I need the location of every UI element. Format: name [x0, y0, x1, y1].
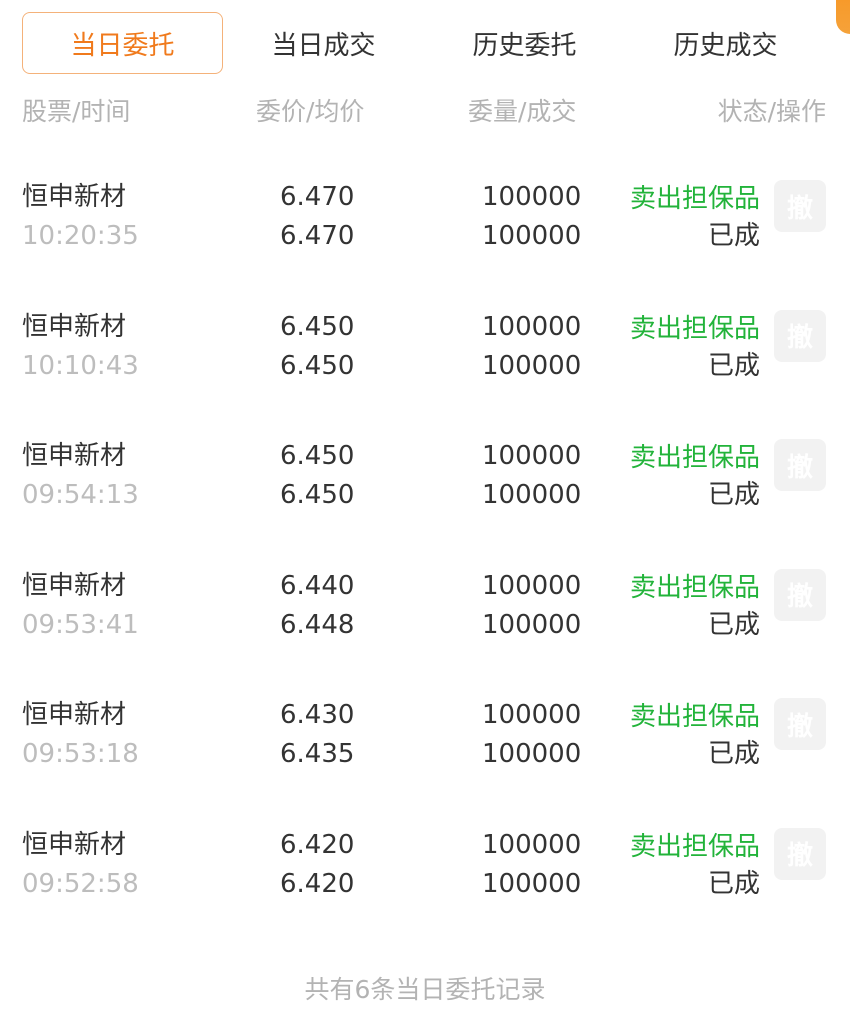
stock-name: 恒申新材 — [22, 182, 127, 212]
order-row[interactable]: 恒申新材 09:53:41 6.440 6.448 100000 100000 … — [22, 561, 826, 691]
header-stock-time: 股票/时间 — [22, 97, 131, 126]
filled-qty: 100000 — [482, 739, 582, 769]
order-price: 6.450 — [280, 311, 355, 342]
order-status: 已成 — [707, 221, 760, 251]
order-row[interactable]: 恒申新材 09:52:58 6.420 6.420 100000 100000 … — [22, 820, 826, 950]
avg-price: 6.435 — [280, 739, 355, 769]
tab-today-orders[interactable]: 当日委托 — [22, 12, 223, 74]
record-count-footer: 共有6条当日委托记录 — [304, 975, 546, 1004]
order-time: 09:54:13 — [22, 480, 139, 510]
order-row[interactable]: 恒申新材 09:53:18 6.430 6.435 100000 100000 … — [22, 690, 826, 820]
order-qty: 100000 — [482, 829, 582, 860]
order-time: 09:53:18 — [22, 739, 139, 769]
tab-history-trades[interactable]: 历史成交 — [625, 12, 826, 74]
cancel-order-button[interactable]: 撤 — [774, 309, 826, 362]
cancel-order-button[interactable]: 撤 — [774, 698, 826, 750]
tab-today-trades[interactable]: 当日成交 — [223, 12, 424, 74]
order-time: 09:53:41 — [22, 609, 139, 640]
order-status: 已成 — [707, 480, 760, 510]
order-qty: 100000 — [482, 700, 582, 730]
avg-price: 6.450 — [280, 480, 355, 510]
order-price: 6.430 — [280, 700, 355, 730]
cancel-order-button[interactable]: 撤 — [774, 180, 826, 232]
filled-qty: 100000 — [482, 868, 582, 899]
order-price: 6.470 — [280, 182, 355, 212]
order-type: 卖出担保品 — [629, 313, 760, 344]
stock-name: 恒申新材 — [22, 700, 127, 730]
order-price: 6.440 — [280, 570, 355, 601]
avg-price: 6.470 — [280, 221, 355, 251]
order-status: 已成 — [707, 739, 760, 769]
order-status: 已成 — [707, 609, 760, 640]
cancel-order-button[interactable]: 撤 — [774, 439, 826, 491]
order-tabs: 当日委托 当日成交 历史委托 历史成交 — [22, 12, 826, 74]
order-type: 卖出担保品 — [629, 831, 760, 862]
order-time: 10:20:35 — [22, 221, 139, 251]
order-price: 6.450 — [280, 441, 355, 471]
order-type: 卖出担保品 — [629, 572, 760, 603]
stock-name: 恒申新材 — [22, 311, 127, 342]
avg-price: 6.448 — [280, 609, 355, 640]
order-row[interactable]: 恒申新材 10:10:43 6.450 6.450 100000 100000 … — [22, 302, 826, 432]
cancel-order-button[interactable]: 撤 — [774, 568, 826, 621]
column-headers: 股票/时间 委价/均价 委量/成交 状态/操作 — [22, 92, 826, 132]
stock-name: 恒申新材 — [22, 829, 127, 860]
header-qty-filled: 委量/成交 — [468, 97, 577, 126]
avg-price: 6.450 — [280, 350, 355, 381]
tab-history-orders[interactable]: 历史委托 — [424, 12, 625, 74]
order-qty: 100000 — [482, 441, 582, 471]
order-status: 已成 — [707, 350, 760, 381]
order-list: 恒申新材 10:20:35 6.470 6.470 100000 100000 … — [22, 172, 826, 949]
order-type: 卖出担保品 — [629, 184, 760, 214]
cancel-order-button[interactable]: 撤 — [774, 827, 826, 880]
avg-price: 6.420 — [280, 868, 355, 899]
order-time: 09:52:58 — [22, 868, 139, 899]
corner-accent — [836, 0, 850, 34]
order-status: 已成 — [707, 868, 760, 899]
order-time: 10:10:43 — [22, 350, 139, 381]
filled-qty: 100000 — [482, 609, 582, 640]
stock-name: 恒申新材 — [22, 441, 127, 471]
header-status-op: 状态/操作 — [717, 97, 826, 126]
header-price-avg: 委价/均价 — [256, 97, 365, 126]
order-type: 卖出担保品 — [629, 702, 760, 732]
order-type: 卖出担保品 — [629, 443, 760, 473]
order-row[interactable]: 恒申新材 09:54:13 6.450 6.450 100000 100000 … — [22, 431, 826, 561]
order-qty: 100000 — [482, 182, 582, 212]
filled-qty: 100000 — [482, 480, 582, 510]
order-price: 6.420 — [280, 829, 355, 860]
filled-qty: 100000 — [482, 350, 582, 381]
stock-name: 恒申新材 — [22, 570, 127, 601]
order-qty: 100000 — [482, 311, 582, 342]
filled-qty: 100000 — [482, 221, 582, 251]
order-qty: 100000 — [482, 570, 582, 601]
order-row[interactable]: 恒申新材 10:20:35 6.470 6.470 100000 100000 … — [22, 172, 826, 302]
